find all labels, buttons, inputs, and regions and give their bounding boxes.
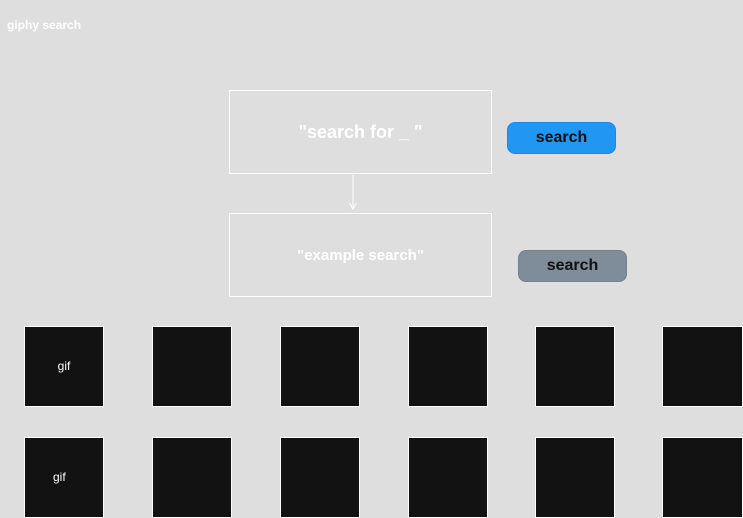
gif-tile[interactable] bbox=[408, 326, 488, 407]
gif-tile[interactable] bbox=[662, 326, 743, 407]
gif-tile[interactable] bbox=[535, 326, 615, 407]
search-query-box[interactable]: "search for _ " bbox=[229, 90, 492, 174]
gif-tile[interactable] bbox=[152, 437, 232, 518]
app-title: giphy search bbox=[7, 18, 82, 32]
example-search-box[interactable]: "example search" bbox=[229, 213, 492, 297]
gif-label: gif bbox=[53, 470, 66, 484]
down-arrow-icon bbox=[349, 175, 357, 210]
search-query-text: "search for _ " bbox=[298, 121, 423, 142]
gif-tile[interactable] bbox=[662, 437, 743, 518]
gif-tile[interactable]: gif bbox=[24, 326, 104, 407]
gif-tile[interactable]: gif bbox=[24, 437, 104, 518]
gif-label: gif bbox=[57, 359, 71, 373]
gif-tile[interactable] bbox=[408, 437, 488, 518]
example-search-text: "example search" bbox=[297, 246, 424, 264]
gif-tile[interactable] bbox=[152, 326, 232, 407]
search-button[interactable]: search bbox=[507, 122, 616, 154]
gif-tile[interactable] bbox=[280, 437, 360, 518]
gif-tile[interactable] bbox=[535, 437, 615, 518]
gif-tile[interactable] bbox=[280, 326, 360, 407]
search-button-secondary[interactable]: search bbox=[518, 250, 627, 282]
